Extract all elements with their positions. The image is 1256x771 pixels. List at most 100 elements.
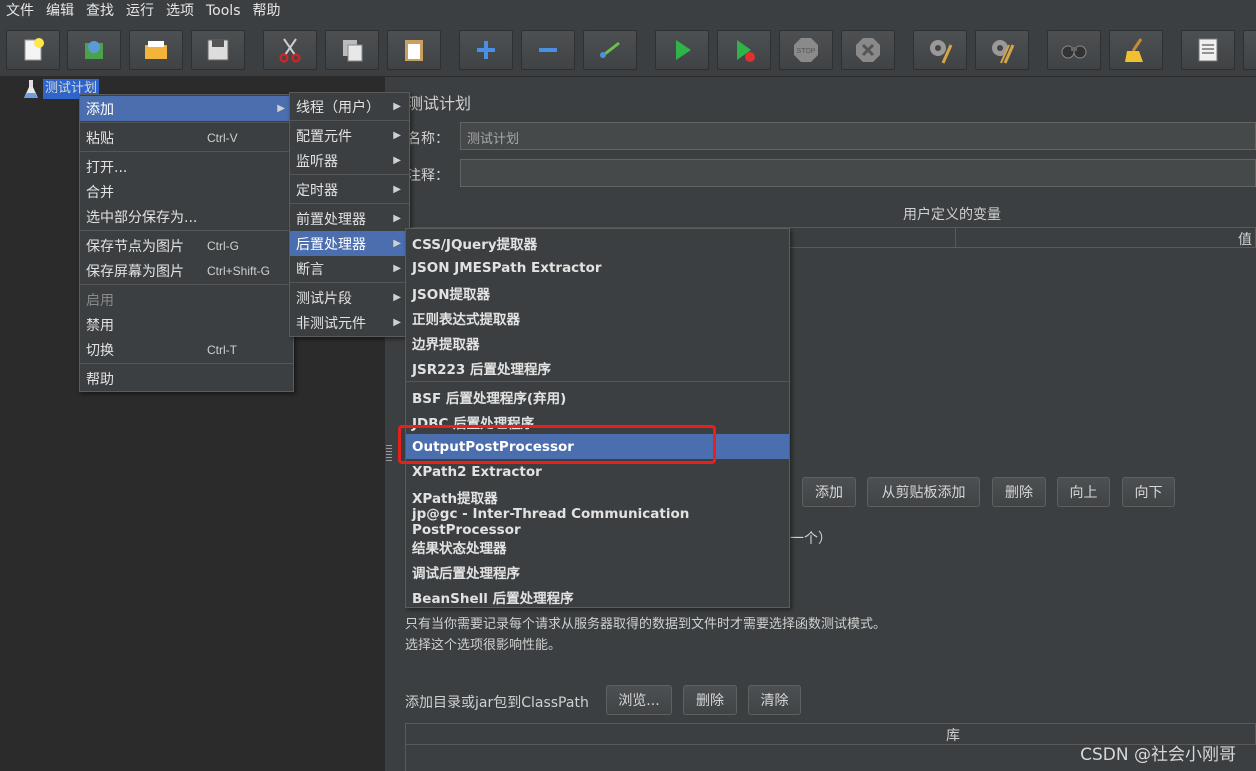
pp-item-boundary-extractor[interactable]: 边界提取器: [406, 330, 789, 355]
start-button[interactable]: [655, 30, 709, 70]
menu-shortcut: Ctrl-G: [207, 238, 239, 253]
value-column-header[interactable]: 值: [1238, 229, 1252, 249]
pp-item-inter-thread[interactable]: jp@gc - Inter-Thread Communication PostP…: [406, 506, 789, 538]
menu-search[interactable]: 查找: [80, 0, 120, 22]
function-helper-button[interactable]: [1181, 30, 1235, 70]
add-variable-button[interactable]: 添加: [802, 477, 856, 507]
menu-help[interactable]: 帮助: [247, 0, 287, 22]
menu-item-label: 合并: [86, 184, 114, 201]
submenu-item-post-processor[interactable]: 后置处理器 ▶: [290, 231, 409, 256]
templates-button[interactable]: [67, 30, 121, 70]
comment-field[interactable]: [460, 159, 1256, 187]
menu-separator: [290, 120, 409, 121]
menu-separator: [290, 203, 409, 204]
menu-item-enable[interactable]: 启用: [80, 287, 293, 312]
collapse-all-button[interactable]: [521, 30, 575, 70]
menu-item-label: 保存节点为图片: [86, 238, 184, 255]
menu-item-save-node-image[interactable]: 保存节点为图片 Ctrl-G: [80, 233, 293, 258]
reset-search-button[interactable]: [1109, 30, 1163, 70]
move-up-button[interactable]: 向上: [1057, 477, 1110, 507]
pp-item-regex-extractor[interactable]: 正则表达式提取器: [406, 305, 789, 330]
menu-item-label: 后置处理器: [296, 236, 366, 253]
menu-item-save-selection-as[interactable]: 选中部分保存为...: [80, 204, 293, 229]
add-from-clipboard-button[interactable]: 从剪贴板添加: [867, 477, 980, 507]
menu-item-label: 断言: [296, 261, 324, 278]
menu-item-merge[interactable]: 合并: [80, 179, 293, 204]
clear-button[interactable]: [913, 30, 967, 70]
menu-item-paste[interactable]: 粘贴 Ctrl-V: [80, 125, 293, 150]
menu-separator: [290, 282, 409, 283]
start-no-pause-button[interactable]: [717, 30, 771, 70]
menu-item-label: JSON提取器: [412, 286, 491, 303]
menu-file[interactable]: 文件: [0, 0, 40, 22]
post-processor-submenu: CSS/JQuery提取器 JSON JMESPath Extractor JS…: [405, 228, 790, 608]
submenu-arrow-icon: ▶: [277, 103, 285, 114]
templates-icon: [85, 41, 103, 59]
menu-item-label: 定时器: [296, 182, 338, 199]
submenu-arrow-icon: ▶: [393, 130, 401, 141]
stop-button[interactable]: STOP: [779, 30, 833, 70]
splitter-grip[interactable]: [386, 445, 392, 463]
cut-button[interactable]: [263, 30, 317, 70]
menu-item-label: CSS/JQuery提取器: [412, 236, 538, 253]
submenu-item-threads[interactable]: 线程（用户） ▶: [290, 94, 409, 119]
menu-item-disable[interactable]: 禁用: [80, 312, 293, 337]
submenu-item-pre-processor[interactable]: 前置处理器 ▶: [290, 206, 409, 231]
pp-item-json-jmespath[interactable]: JSON JMESPath Extractor: [406, 255, 789, 280]
pp-item-bsf[interactable]: BSF 后置处理程序(弃用): [406, 384, 789, 409]
save-button[interactable]: [191, 30, 245, 70]
submenu-item-listener[interactable]: 监听器 ▶: [290, 148, 409, 173]
clear-all-button[interactable]: [975, 30, 1029, 70]
open-button[interactable]: [129, 30, 183, 70]
pp-item-jsr223[interactable]: JSR223 后置处理程序: [406, 355, 789, 380]
new-button[interactable]: [6, 30, 60, 70]
paste-button[interactable]: [387, 30, 441, 70]
menu-shortcut: Ctrl+Shift-G: [207, 263, 271, 278]
name-field[interactable]: 测试计划: [460, 122, 1256, 150]
submenu-item-test-fragment[interactable]: 测试片段 ▶: [290, 285, 409, 310]
pp-item-debug[interactable]: 调试后置处理程序: [406, 559, 789, 584]
move-down-button[interactable]: 向下: [1122, 477, 1175, 507]
toggle-button[interactable]: [583, 30, 637, 70]
delete-variable-button[interactable]: 删除: [992, 477, 1046, 507]
submenu-item-config-element[interactable]: 配置元件 ▶: [290, 123, 409, 148]
submenu-item-timer[interactable]: 定时器 ▶: [290, 177, 409, 202]
submenu-arrow-icon: ▶: [393, 101, 401, 112]
menu-item-add[interactable]: 添加 ▶: [80, 96, 293, 121]
menu-options[interactable]: 选项: [160, 0, 200, 22]
clear-classpath-button[interactable]: 清除: [748, 685, 801, 715]
functional-mode-note: 只有当你需要记录每个请求从服务器取得的数据到文件时才需要选择函数测试模式。: [405, 617, 887, 632]
shutdown-button[interactable]: [841, 30, 895, 70]
copy-button[interactable]: [325, 30, 379, 70]
panel-title: 测试计划: [407, 94, 472, 113]
menu-run[interactable]: 运行: [120, 0, 160, 22]
pp-item-json-extractor[interactable]: JSON提取器: [406, 280, 789, 305]
menu-item-label: 帮助: [86, 371, 114, 388]
submenu-item-assertion[interactable]: 断言 ▶: [290, 256, 409, 281]
menu-item-label: 切换: [86, 342, 114, 359]
pp-item-beanshell[interactable]: BeanShell 后置处理程序: [406, 584, 789, 609]
delete-classpath-button[interactable]: 删除: [683, 685, 737, 715]
browse-button[interactable]: 浏览...: [606, 685, 672, 715]
user-vars-title: 用户定义的变量: [903, 207, 1001, 223]
open-icon: [145, 41, 167, 59]
menu-item-toggle[interactable]: 切换 Ctrl-T: [80, 337, 293, 362]
toolbar-overflow-button[interactable]: [1243, 30, 1256, 70]
menu-separator: [80, 151, 293, 152]
menu-edit[interactable]: 编辑: [40, 0, 80, 22]
expand-all-button[interactable]: [459, 30, 513, 70]
submenu-item-non-test-elements[interactable]: 非测试元件 ▶: [290, 310, 409, 335]
shutdown-icon: [856, 38, 880, 62]
menu-item-save-screen-image[interactable]: 保存屏幕为图片 Ctrl+Shift-G: [80, 258, 293, 283]
start-no-pause-icon: [737, 40, 755, 62]
pp-item-result-status[interactable]: 结果状态处理器: [406, 534, 789, 559]
pp-item-css-jquery[interactable]: CSS/JQuery提取器: [406, 230, 789, 255]
menu-item-help[interactable]: 帮助: [80, 366, 293, 391]
menu-tools[interactable]: Tools: [200, 0, 247, 22]
search-button[interactable]: [1047, 30, 1101, 70]
toggle-icon: [600, 41, 620, 59]
expand-icon: [477, 41, 495, 59]
menu-item-open[interactable]: 打开...: [80, 154, 293, 179]
menu-item-label: 调试后置处理程序: [412, 565, 520, 582]
library-column-header[interactable]: 库: [946, 725, 960, 745]
